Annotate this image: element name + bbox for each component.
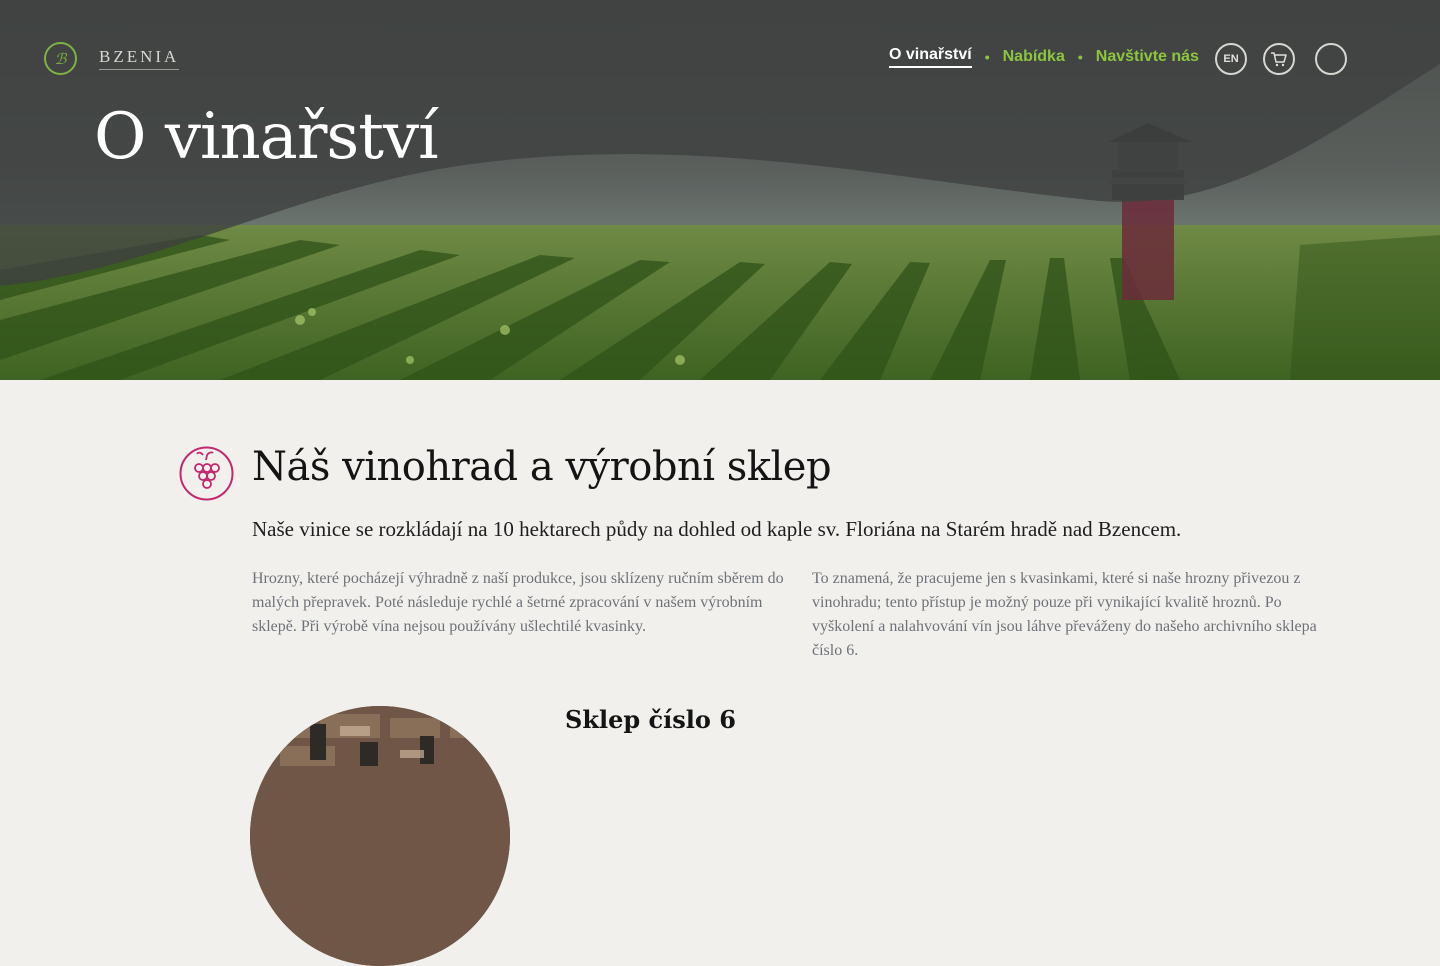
cellar-title: Sklep číslo 6 [565,705,736,734]
nav-separator: • [984,49,990,65]
brand-name: BZENIA [99,47,180,70]
language-button[interactable]: EN [1215,43,1247,75]
grapes-icon [179,446,234,501]
logo[interactable]: ℬ BZENIA [44,42,180,75]
section-lead: Naše vinice se rozkládají na 10 hektarec… [252,517,1182,541]
cellar-photo [250,706,510,966]
cart-button[interactable] [1263,43,1295,75]
page-title: O vinařství [94,100,439,174]
nav-navstivte-nas[interactable]: Navštivte nás [1096,48,1199,66]
logo-mark-icon: ℬ [44,42,77,75]
nav-nabidka[interactable]: Nabídka [1003,48,1065,66]
text-column-right: To znamená, že pracujeme jen s kvasinkam… [812,570,1317,659]
menu-button[interactable] [1315,43,1347,75]
hero-banner: ℬ BZENIA O vinařství • Nabídka • Navštiv… [0,0,1440,380]
cart-icon [1271,52,1287,67]
nav-o-vinarstvi[interactable]: O vinařství [889,46,972,68]
nav-separator: • [1077,49,1083,65]
text-column-left: Hrozny, které pocházejí výhradně z naší … [252,570,784,635]
main-nav: O vinařství • Nabídka • Navštivte nás [889,46,1199,68]
section-title: Náš vinohrad a výrobní sklep [252,444,832,490]
